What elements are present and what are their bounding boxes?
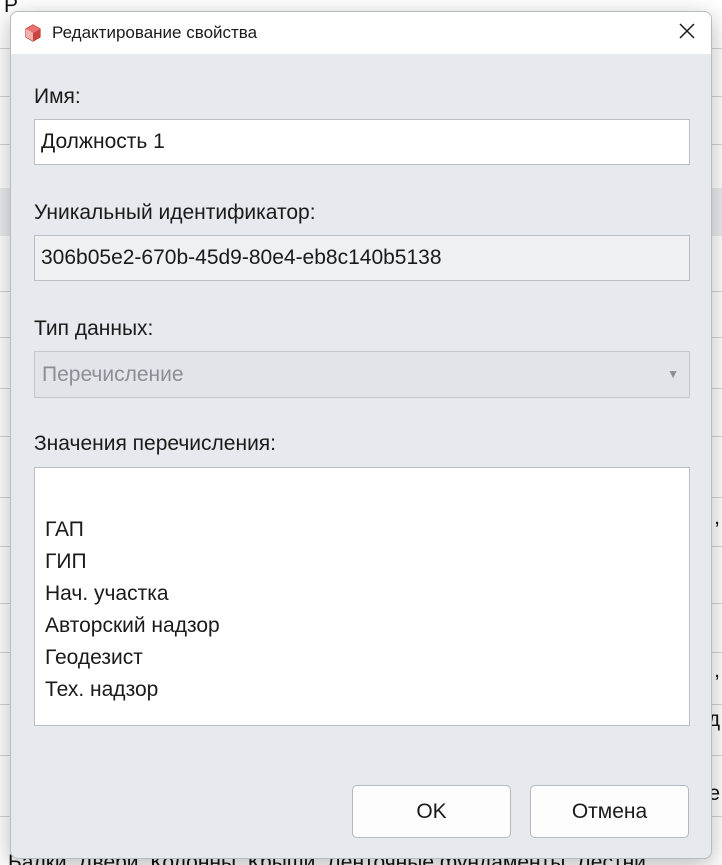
enum-label: Значения перечисления:	[34, 432, 277, 455]
close-icon	[679, 22, 695, 44]
name-label: Имя:	[34, 85, 81, 108]
chevron-down-icon: ▼	[667, 367, 679, 381]
ok-button[interactable]: OK	[352, 785, 511, 838]
type-label: Тип данных:	[34, 317, 154, 340]
edit-property-dialog: Редактирование свойства Имя: Должность 1…	[10, 11, 712, 859]
list-item: Нач. участка	[45, 582, 169, 605]
cube-icon	[24, 24, 42, 42]
bg-text-fragment: ,	[714, 659, 720, 682]
uid-label: Уникальный идентификатор:	[34, 201, 316, 224]
uid-field[interactable]: 306b05e2-670b-45d9-80e4-eb8c140b5138	[34, 235, 690, 281]
list-item: Авторский надзор	[45, 614, 220, 637]
list-item: Геодезист	[45, 646, 143, 669]
dialog-title: Редактирование свойства	[52, 23, 258, 42]
bg-text-fragment: ,	[714, 506, 720, 529]
data-type-value: Перечисление	[42, 363, 184, 386]
name-input[interactable]: Должность 1	[34, 119, 690, 165]
dialog-titlebar[interactable]: Редактирование свойства	[11, 12, 711, 54]
enum-values-textarea[interactable]: ГАП ГИП Нач. участка Авторский надзор Ге…	[34, 467, 690, 726]
list-item: ГАП	[45, 518, 84, 541]
close-button[interactable]	[669, 16, 705, 50]
list-item: ГИП	[45, 550, 87, 573]
data-type-select[interactable]: Перечисление ▼	[34, 351, 690, 398]
list-item: Тех. надзор	[45, 678, 159, 701]
cancel-button[interactable]: Отмена	[530, 785, 689, 838]
